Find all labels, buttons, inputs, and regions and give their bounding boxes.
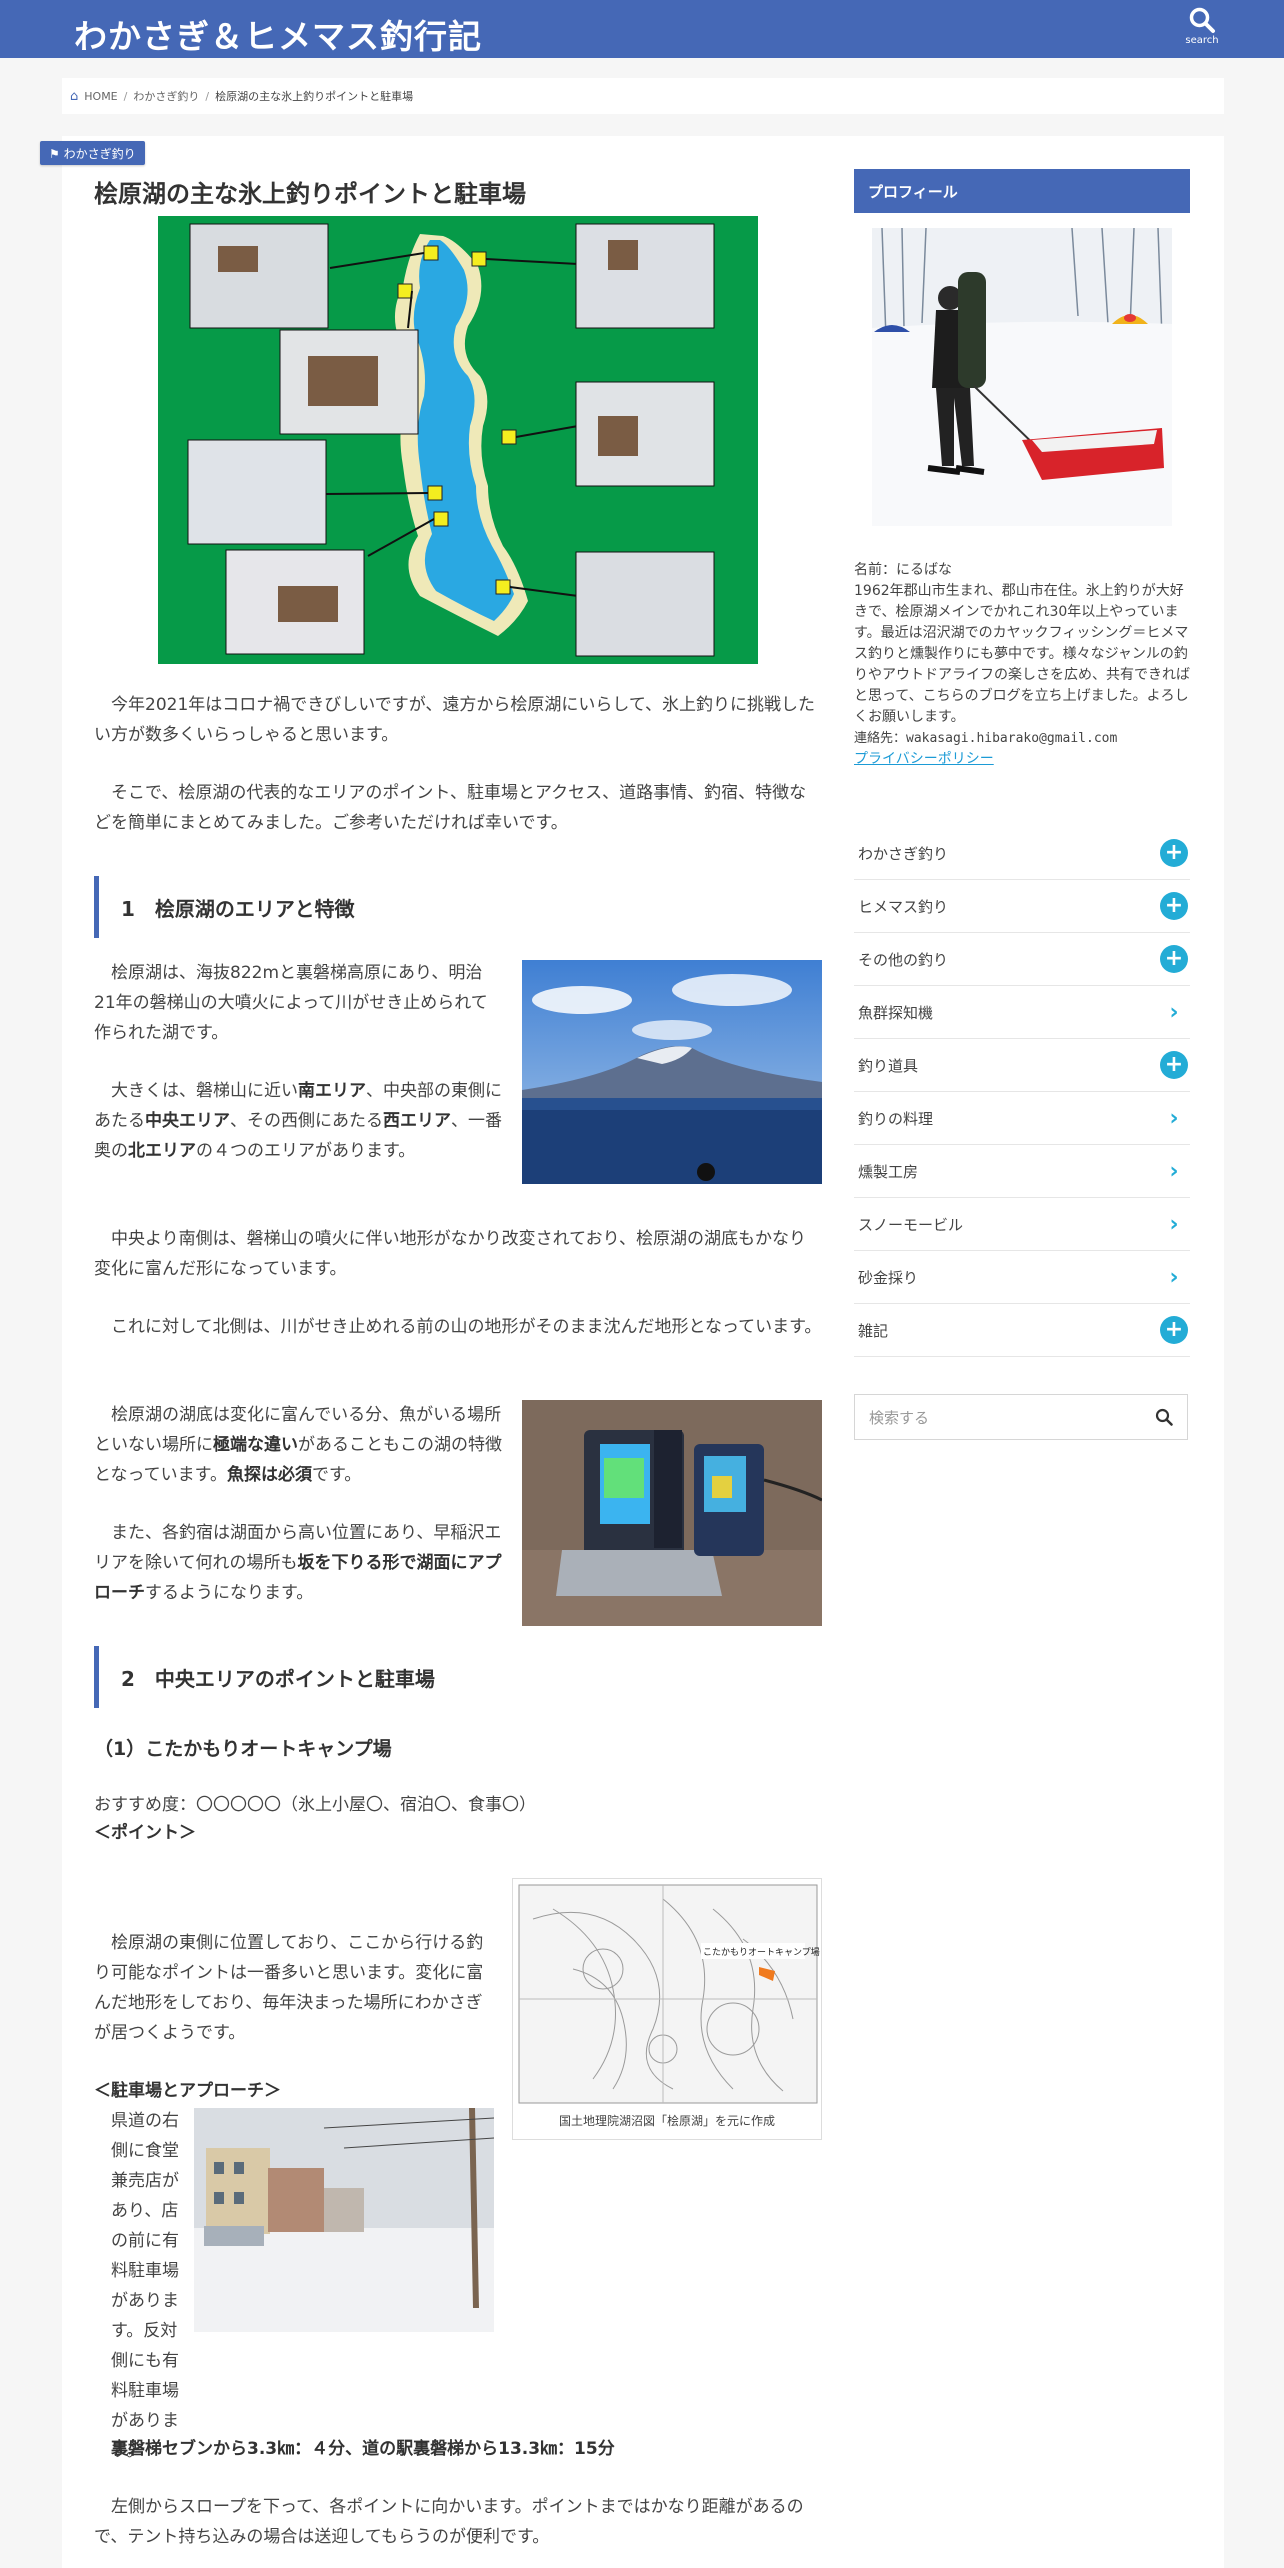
sidebar-category-item[interactable]: 燻製工房 › [854,1145,1190,1198]
sidebar-category-label: 雑記 [858,1321,889,1340]
profile-bio: 1962年郡山市生まれ、郡山市在住。氷上釣りが大好きで、桧原湖メインでかれこれ3… [854,583,1190,725]
sidebar-category-label: 釣りの料理 [858,1109,934,1128]
parking-heading: ＜駐車場とアプローチ＞ [94,2081,281,2101]
expand-plus-icon[interactable]: + [1160,892,1188,920]
point-paragraph: 桧原湖の東側に位置しており、ここから行ける釣り可能なポイントは一番多いと思います… [94,1933,484,2043]
expand-plus-icon[interactable]: + [1160,1051,1188,1079]
home-icon: ⌂ [70,88,79,104]
chevron-right-icon[interactable]: › [1160,1159,1188,1184]
sidebar-search[interactable]: 検索する [854,1394,1188,1440]
lake-map-image [158,216,758,664]
breadcrumb-separator: / [205,89,210,103]
sidebar-category-item[interactable]: スノーモービル › [854,1198,1190,1251]
sidebar-category-label: わかさぎ釣り [858,844,949,863]
expand-plus-icon[interactable]: + [1160,1316,1188,1344]
post-title: 桧原湖の主な氷上釣りポイントと駐車場 [94,180,526,208]
access-info: 裏磐梯セブンから3.3㎞：４分、道の駅裏磐梯から13.3㎞：15分 [111,2439,615,2459]
map-caption: 国土地理院湖沼図「桧原湖」を元に作成 [558,2114,775,2128]
topographic-map-image: こたかもりオートキャンプ場 [512,1878,822,2140]
intro-paragraph-1: 今年2021年はコロナ禍できびしいですが、遠方から桧原湖にいらして、氷上釣りに挑… [94,695,816,745]
search-label: search [1185,35,1219,46]
recommend-rating: おすすめ度：〇〇〇〇〇（氷上小屋〇、宿泊〇、食事〇） [94,1795,536,1815]
search-button[interactable]: search [1176,0,1228,56]
profile-photo [872,228,1172,526]
sidebar-category-label: スノーモービル [858,1215,964,1234]
section1-paragraph-3: 中央より南側は、磐梯山の噴火に伴い地形がなかり改変されており、桧原湖の湖底もかな… [94,1229,806,1279]
sidebar-category-item[interactable]: 雑記 + [854,1304,1190,1357]
section1-paragraph-2: 大きくは、磐梯山に近い南エリア、中央部の東側にあたる中央エリア、その西側にあたる… [94,1081,502,1161]
fish-finder-photo [522,1400,822,1626]
subsection-heading: （1）こたかもりオートキャンプ場 [94,1738,392,1760]
expand-plus-icon[interactable]: + [1160,839,1188,867]
access-paragraph: 左側からスロープを下って、各ポイントに向かいます。ポイントまではかなり距離がある… [94,2497,804,2547]
chevron-right-icon[interactable]: › [1160,1106,1188,1131]
sidebar-category-item[interactable]: 釣り道具 + [854,1039,1190,1092]
sidebar-category-label: その他の釣り [858,950,949,969]
section-heading-1: 1 桧原湖のエリアと特徴 [94,876,822,938]
category-list: わかさぎ釣り + ヒメマス釣り + その他の釣り + 魚群探知機 › 釣り道具 + 釣りの料理 › 燻製… [854,827,1190,1357]
sidebar-category-item[interactable]: 魚群探知機 › [854,986,1190,1039]
site-header: わかさぎ＆ヒメマス釣行記 search [0,0,1284,58]
privacy-policy-link[interactable]: プライバシーポリシー [854,749,1190,770]
sidebar-category-label: 燻製工房 [858,1162,919,1181]
section1-paragraph-5: 桧原湖の湖底は変化に富んでいる分、魚がいる場所といない場所に極端な違いがあること… [94,1405,502,1485]
sidebar-category-label: 砂金採り [858,1268,919,1287]
point-heading: ＜ポイント＞ [94,1823,196,1843]
profile-description: 名前：にるばな 1962年郡山市生まれ、郡山市在住。氷上釣りが大好きで、桧原湖メ… [854,560,1190,770]
sidebar-category-item[interactable]: 釣りの料理 › [854,1092,1190,1145]
section-heading-2: 2 中央エリアのポイントと駐車場 [94,1646,822,1708]
map-label: こたかもりオートキャンプ場 [703,1946,820,1958]
parking-paragraph: 県道の右側に食堂兼売店があり、店の前に有料駐車場があります。反対側にも有料駐車場… [111,2111,179,2461]
expand-plus-icon[interactable]: + [1160,945,1188,973]
profile-name: 名前：にるばな [854,562,952,578]
sidebar-category-label: 魚群探知機 [858,1003,934,1022]
breadcrumb-home[interactable]: HOME [84,90,117,103]
breadcrumb-current: 桧原湖の主な氷上釣りポイントと駐車場 [215,90,414,103]
section1-paragraph-4: これに対して北側は、川がせき止めれる前の山の地形がそのまま沈んだ地形となっていま… [111,1317,822,1337]
sidebar-category-item[interactable]: 砂金採り › [854,1251,1190,1304]
sidebar-category-item[interactable]: わかさぎ釣り + [854,827,1190,880]
sidebar-category-item[interactable]: その他の釣り + [854,933,1190,986]
chevron-right-icon[interactable]: › [1160,1212,1188,1237]
search-icon [1189,7,1215,33]
folder-icon: ⚑ [49,147,60,161]
search-icon[interactable] [1155,1408,1173,1426]
profile-widget-title: プロフィール [854,169,1190,213]
parking-lot-photo [194,2108,494,2332]
sidebar-category-label: 釣り道具 [858,1056,919,1075]
category-badge-label: わかさぎ釣り [63,147,136,161]
site-title[interactable]: わかさぎ＆ヒメマス釣行記 [74,10,482,58]
chevron-right-icon[interactable]: › [1160,1000,1188,1025]
section1-paragraph-6: また、各釣宿は湖面から高い位置にあり、早稲沢エリアを除いて何れの場所も坂を下りる… [94,1523,502,1603]
mount-bandai-photo [522,960,822,1184]
sidebar-category-item[interactable]: ヒメマス釣り + [854,880,1190,933]
sidebar-category-label: ヒメマス釣り [858,897,949,916]
breadcrumb-separator: / [123,89,128,103]
breadcrumb-category[interactable]: わかさぎ釣り [133,88,199,104]
search-input[interactable]: 検索する [869,1407,929,1428]
profile-contact: 連絡先：wakasagi.hibarako@gmail.com [854,731,1118,746]
category-badge[interactable]: ⚑ わかさぎ釣り [40,141,145,165]
chevron-right-icon[interactable]: › [1160,1265,1188,1290]
breadcrumb: ⌂ HOME / わかさぎ釣り / 桧原湖の主な氷上釣りポイントと駐車場 [62,78,1224,114]
intro-paragraph-2: そこで、桧原湖の代表的なエリアのポイント、駐車場とアクセス、道路事情、釣宿、特徴… [94,783,807,833]
section1-paragraph-1: 桧原湖は、海抜822mと裏磐梯高原にあり、明治21年の磐梯山の大噴火によって川が… [94,963,488,1043]
